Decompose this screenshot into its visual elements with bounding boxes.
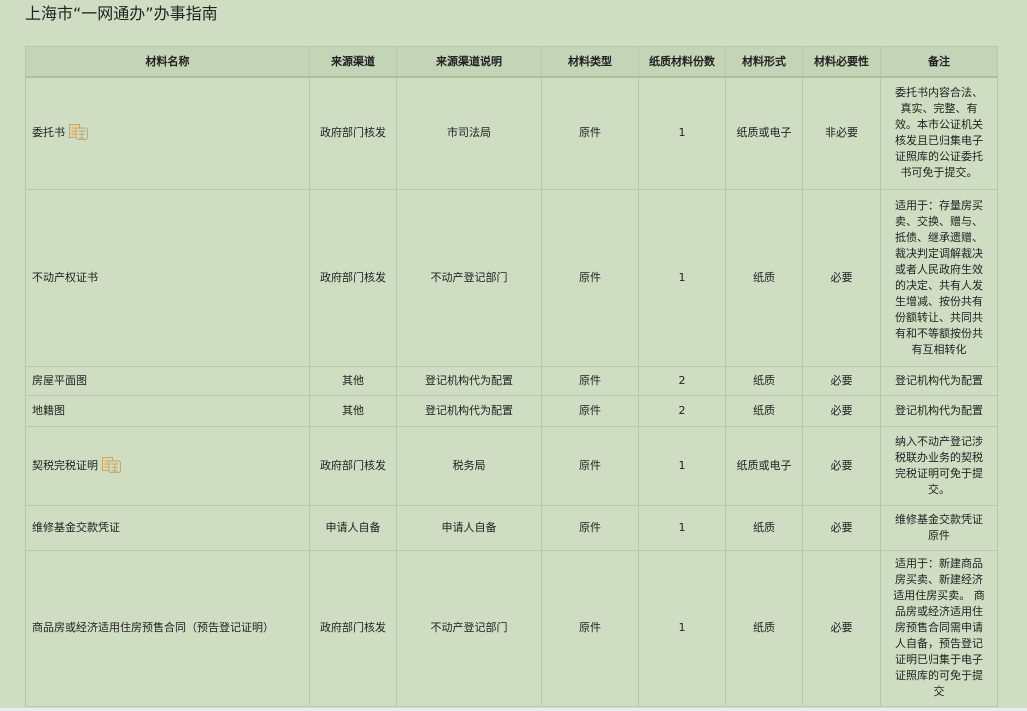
cell-material-name: 委托书	[25, 76, 310, 190]
cell-source: 政府部门核发	[309, 188, 397, 367]
cell-remark: 登记机构代为配置	[880, 394, 998, 427]
cell-source-desc: 不动产登记部门	[396, 188, 542, 367]
cell-remark: 维修基金交款凭证原件	[880, 504, 998, 551]
cell-paper-copies: 1	[638, 188, 726, 367]
cell-material-name: 房屋平面图	[25, 365, 310, 396]
cell-material-type: 原件	[541, 504, 639, 551]
material-name-text: 不动产权证书	[32, 270, 98, 284]
cell-paper-copies: 1	[638, 549, 726, 707]
cell-remark: 适用于：新建商品房买卖、新建经济适用住房买卖。 商品房或经济适用住房预售合同需申…	[880, 549, 998, 707]
cell-material-type: 原件	[541, 188, 639, 367]
table-row: 地籍图 其他 登记机构代为配置 原件 2 纸质 必要 登记机构代为配置	[25, 394, 998, 427]
materials-table: 材料名称 来源渠道 来源渠道说明 材料类型 纸质材料份数 材料形式 材料必要性 …	[25, 46, 998, 707]
material-name-text: 地籍图	[32, 403, 65, 417]
cell-material-form: 纸质	[725, 365, 803, 396]
cell-material-form: 纸质	[725, 394, 803, 427]
cell-source: 其他	[309, 394, 397, 427]
cell-material-name: 维修基金交款凭证	[25, 504, 310, 551]
material-name-text: 契税完税证明	[32, 458, 98, 472]
cell-source: 政府部门核发	[309, 76, 397, 190]
cell-material-type: 原件	[541, 549, 639, 707]
cell-necessity: 必要	[802, 425, 881, 506]
material-name-text: 商品房或经济适用住房预售合同（预告登记证明）	[32, 621, 274, 634]
page-title: 上海市“一网通办”办事指南	[25, 4, 218, 23]
exempt-stamp-icon[interactable]	[102, 456, 121, 473]
cell-remark: 适用于：存量房买卖、交换、赠与、抵债、继承遗赠、裁决判定调解裁决或者人民政府生效…	[880, 188, 998, 367]
header-material-form: 材料形式	[725, 46, 803, 78]
cell-source-desc: 登记机构代为配置	[396, 394, 542, 427]
cell-material-name: 地籍图	[25, 394, 310, 427]
table-header-row: 材料名称 来源渠道 来源渠道说明 材料类型 纸质材料份数 材料形式 材料必要性 …	[25, 46, 998, 78]
cell-material-name: 契税完税证明	[25, 425, 310, 506]
cell-paper-copies: 2	[638, 394, 726, 427]
table-row: 不动产权证书 政府部门核发 不动产登记部门 原件 1 纸质 必要 适用于：存量房买卖、交换、赠…	[25, 188, 998, 367]
cell-necessity: 必要	[802, 188, 881, 367]
cell-material-type: 原件	[541, 394, 639, 427]
cell-remark: 登记机构代为配置	[880, 365, 998, 396]
cell-remark: 委托书内容合法、真实、完整、有效。本市公证机关核发且已归集电子证照库的公证委托书…	[880, 76, 998, 190]
table-row: 委托书 政府部门核发 市司法局 原件 1 纸质或电子 非必要 委托书内容合法、真实、完整、有效…	[25, 76, 998, 190]
cell-material-form: 纸质或电子	[725, 76, 803, 190]
table-row: 契税完税证明 政府部门核发 税务局 原件 1 纸质或电子 必要 纳入不动产登记涉税联办业务的契…	[25, 425, 998, 506]
material-name-text: 房屋平面图	[32, 373, 87, 387]
header-remark: 备注	[880, 46, 998, 78]
table-row: 商品房或经济适用住房预售合同（预告登记证明） 政府部门核发 不动产登记部门 原件 1 纸质…	[25, 549, 998, 707]
cell-paper-copies: 1	[638, 425, 726, 506]
cell-material-form: 纸质	[725, 188, 803, 367]
cell-remark: 纳入不动产登记涉税联办业务的契税完税证明可免于提交。	[880, 425, 998, 506]
header-source: 来源渠道	[309, 46, 397, 78]
cell-source: 申请人自备	[309, 504, 397, 551]
table-row: 维修基金交款凭证 申请人自备 申请人自备 原件 1 纸质 必要 维修基金交款凭证原件	[25, 504, 998, 551]
cell-source-desc: 申请人自备	[396, 504, 542, 551]
cell-source: 政府部门核发	[309, 549, 397, 707]
table-body: 委托书 政府部门核发 市司法局 原件 1 纸质或电子 非必要 委托书内容合法、真实、完整、有效…	[25, 76, 998, 707]
cell-material-form: 纸质或电子	[725, 425, 803, 506]
cell-material-type: 原件	[541, 425, 639, 506]
cell-necessity: 必要	[802, 365, 881, 396]
cell-material-name: 不动产权证书	[25, 188, 310, 367]
cell-paper-copies: 1	[638, 76, 726, 190]
header-material-name: 材料名称	[25, 46, 310, 78]
cell-material-form: 纸质	[725, 549, 803, 707]
cell-necessity: 必要	[802, 504, 881, 551]
cell-source: 政府部门核发	[309, 425, 397, 506]
cell-source-desc: 税务局	[396, 425, 542, 506]
cell-paper-copies: 2	[638, 365, 726, 396]
cell-material-type: 原件	[541, 365, 639, 396]
header-material-type: 材料类型	[541, 46, 639, 78]
table-row: 房屋平面图 其他 登记机构代为配置 原件 2 纸质 必要 登记机构代为配置	[25, 365, 998, 396]
header-necessity: 材料必要性	[802, 46, 881, 78]
material-name-text: 维修基金交款凭证	[32, 520, 120, 534]
cell-material-type: 原件	[541, 76, 639, 190]
cell-source-desc: 不动产登记部门	[396, 549, 542, 707]
cell-material-name: 商品房或经济适用住房预售合同（预告登记证明）	[25, 549, 310, 707]
cell-source: 其他	[309, 365, 397, 396]
cell-paper-copies: 1	[638, 504, 726, 551]
cell-necessity: 必要	[802, 394, 881, 427]
cell-source-desc: 登记机构代为配置	[396, 365, 542, 396]
header-source-desc: 来源渠道说明	[396, 46, 542, 78]
material-name-text: 委托书	[32, 126, 65, 140]
cell-necessity: 必要	[802, 549, 881, 707]
cell-necessity: 非必要	[802, 76, 881, 190]
header-paper-copies: 纸质材料份数	[638, 46, 726, 78]
cell-source-desc: 市司法局	[396, 76, 542, 190]
cell-material-form: 纸质	[725, 504, 803, 551]
exempt-stamp-icon[interactable]	[69, 124, 88, 141]
